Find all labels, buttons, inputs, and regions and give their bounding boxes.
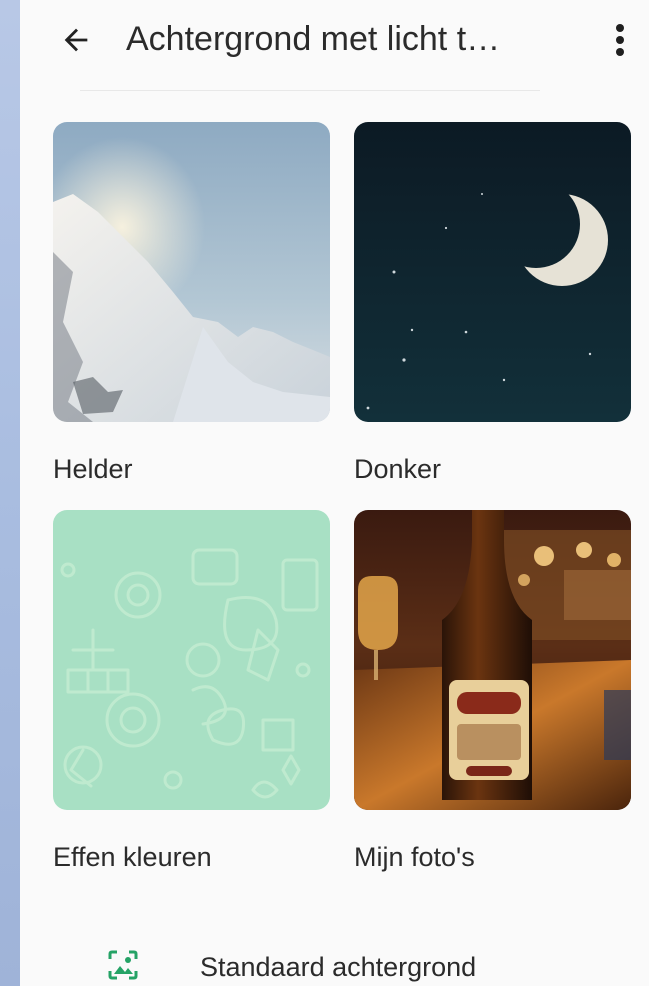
more-vertical-icon bbox=[616, 24, 624, 56]
option-label-donker: Donker bbox=[354, 454, 442, 484]
green-doodle-pattern bbox=[53, 510, 330, 810]
wallpaper-screen: Achtergrond met licht t… Helder Donker E… bbox=[20, 0, 649, 986]
default-wallpaper-label: Standaard achtergrond bbox=[200, 952, 477, 982]
snowy-mountain-photo bbox=[53, 122, 330, 422]
app-bar-divider bbox=[80, 90, 540, 91]
more-options-button[interactable] bbox=[598, 12, 642, 68]
option-label-mijn-fotos: Mijn foto's bbox=[354, 842, 475, 872]
option-label-helder: Helder bbox=[53, 454, 133, 484]
option-label-effen-kleuren: Effen kleuren bbox=[53, 842, 212, 872]
default-wallpaper-option[interactable]: Standaard achtergrond bbox=[88, 936, 608, 986]
wallpaper-option-effen-kleuren[interactable] bbox=[53, 510, 330, 810]
beer-bottle-photo bbox=[354, 510, 631, 810]
wallpaper-option-donker[interactable] bbox=[354, 122, 631, 422]
wallpaper-option-mijn-fotos[interactable] bbox=[354, 510, 631, 810]
wallpaper-option-helder[interactable] bbox=[53, 122, 330, 422]
page-title: Achtergrond met licht t… bbox=[126, 20, 501, 58]
back-button[interactable] bbox=[48, 18, 104, 62]
crescent-moon-photo bbox=[354, 122, 631, 422]
wallpaper-icon bbox=[108, 950, 138, 980]
app-bar: Achtergrond met licht t… bbox=[20, 0, 649, 90]
arrow-left-icon bbox=[64, 28, 88, 52]
